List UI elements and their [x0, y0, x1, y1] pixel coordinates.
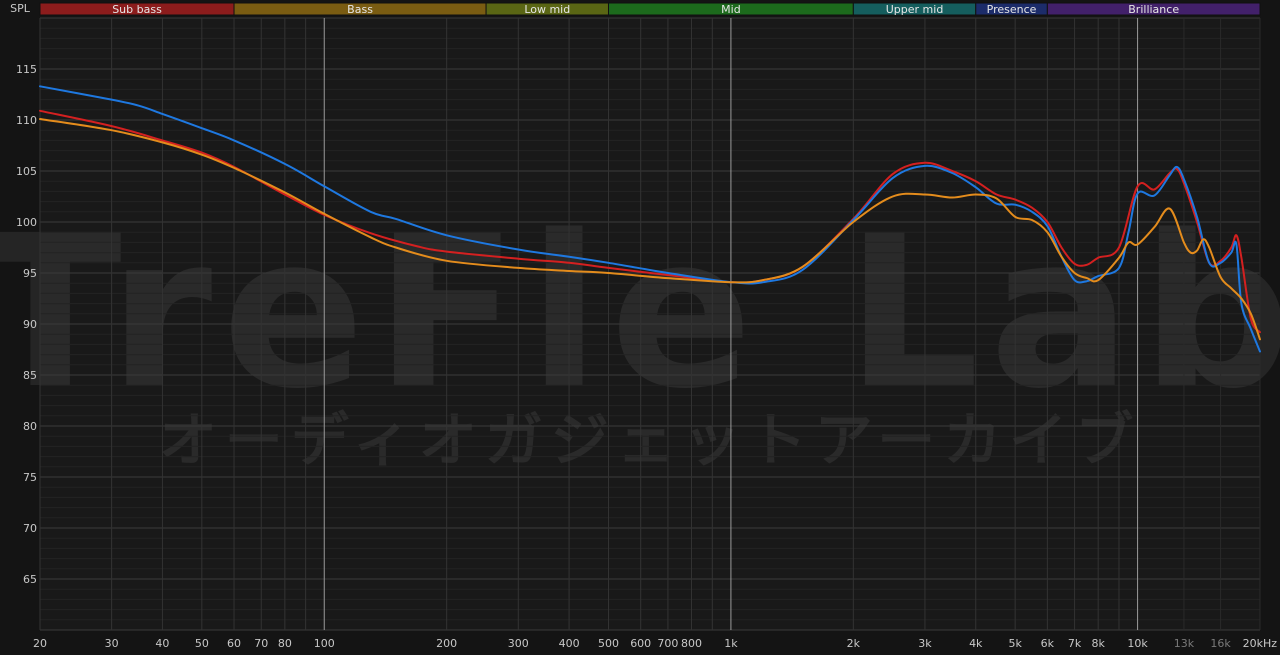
x-tick-label: 300: [508, 637, 529, 650]
y-tick-label: 95: [23, 267, 37, 280]
band-label: Sub bass: [112, 3, 162, 16]
x-tick-label: 800: [681, 637, 702, 650]
y-tick-label: 70: [23, 522, 37, 535]
x-tick-label: 40: [155, 637, 169, 650]
x-tick-label: 70: [254, 637, 268, 650]
x-tick-label: 13k: [1174, 637, 1195, 650]
x-tick-label: 200: [436, 637, 457, 650]
y-tick-label: 115: [16, 63, 37, 76]
band-label: Presence: [987, 3, 1037, 16]
band-label: Mid: [721, 3, 741, 16]
y-tick-label: 80: [23, 420, 37, 433]
x-tick-label: 700: [657, 637, 678, 650]
x-tick-label: 5k: [1008, 637, 1022, 650]
watermark-title: TreFle Lab: [0, 190, 1280, 435]
x-tick-label: 6k: [1041, 637, 1055, 650]
y-tick-label: 65: [23, 573, 37, 586]
y-tick-label: 90: [23, 318, 37, 331]
x-tick-label: 600: [630, 637, 651, 650]
frequency-response-chart: TreFle Lab オーディオガジェットアーカイブ Sub bass Bass L…: [0, 0, 1280, 655]
y-tick-label: 105: [16, 165, 37, 178]
x-tick-label: 2k: [847, 637, 861, 650]
x-tick-label: 8k: [1091, 637, 1105, 650]
x-tick-label: 4k: [969, 637, 983, 650]
y-tick-label: 100: [16, 216, 37, 229]
x-tick-label: 500: [598, 637, 619, 650]
x-tick-label: 400: [559, 637, 580, 650]
band-label: Low mid: [524, 3, 570, 16]
x-tick-label: 7k: [1068, 637, 1082, 650]
x-tick-label: 60: [227, 637, 241, 650]
x-tick-label: 1k: [724, 637, 738, 650]
band-label: Brilliance: [1128, 3, 1179, 16]
x-tick-label: 100: [314, 637, 335, 650]
x-tick-label: 20: [33, 637, 47, 650]
frequency-bands: Sub bass Bass Low mid Mid Upper mid Presence B…: [39, 2, 1261, 16]
x-tick-label: 3k: [918, 637, 932, 650]
x-tick-label: 16k: [1210, 637, 1231, 650]
y-tick-label: 85: [23, 369, 37, 382]
x-tick-label: 50: [195, 637, 209, 650]
y-gridlines: [40, 17, 1260, 631]
y-tick-label: 110: [16, 114, 37, 127]
x-tick-label: 80: [278, 637, 292, 650]
x-tick-label: 10k: [1127, 637, 1148, 650]
y-axis-label: SPL: [10, 2, 31, 15]
band-label: Bass: [347, 3, 373, 16]
x-tick-label: 20kHz: [1243, 637, 1278, 650]
band-label: Upper mid: [886, 3, 944, 16]
x-tick-label: 30: [105, 637, 119, 650]
y-tick-label: 75: [23, 471, 37, 484]
